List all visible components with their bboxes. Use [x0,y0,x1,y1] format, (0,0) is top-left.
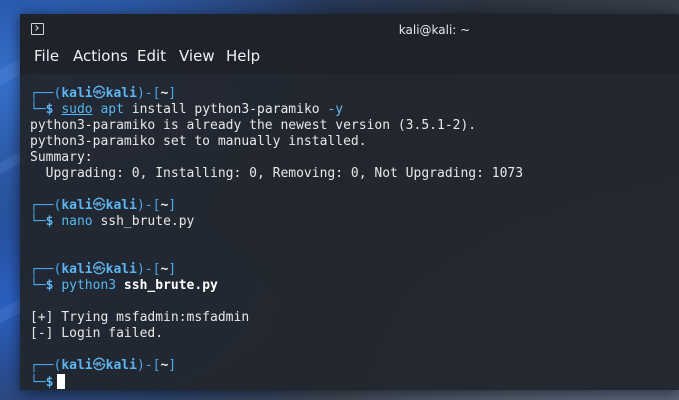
menu-help[interactable]: Help [226,46,260,74]
command-line: └─$ python3 ssh_brute.py [30,278,218,293]
output-line: python3-paramiko set to manually install… [30,134,367,149]
menu-edit[interactable]: Edit [137,46,166,74]
output-line: python3-paramiko is already the newest v… [30,118,477,133]
prompt-header: ┌──(kali㉿kali)-[~] [30,358,177,373]
terminal-output[interactable]: ┌──(kali㉿kali)-[~] └─$ sudo apt install … [20,74,679,390]
prompt-header: ┌──(kali㉿kali)-[~] [30,86,177,101]
window-title: kali@kali: ~ [398,23,471,37]
output-line: [+] Trying msfadmin:msfadmin [30,310,250,325]
prompt-header: ┌──(kali㉿kali)-[~] [30,262,177,277]
output-line: Upgrading: 0, Installing: 0, Removing: 0… [30,166,524,181]
menu-actions[interactable]: Actions [73,46,128,74]
command-line: └─$ [30,374,66,390]
menu-view[interactable]: View [179,46,215,74]
menu-file[interactable]: File [34,46,59,74]
command-line: └─$ nano ssh_brute.py [30,214,195,229]
terminal-window: kali@kali: ~ File Actions Edit View Help… [20,14,679,390]
output-line: [-] Login failed. [30,326,164,341]
command-line: └─$ sudo apt install python3-paramiko -y [30,102,344,117]
prompt-header: ┌──(kali㉿kali)-[~] [30,198,177,213]
text-cursor [57,374,66,389]
output-line: Summary: [30,150,93,165]
title-bar[interactable]: kali@kali: ~ [20,14,679,46]
menu-bar: File Actions Edit View Help [20,46,679,74]
